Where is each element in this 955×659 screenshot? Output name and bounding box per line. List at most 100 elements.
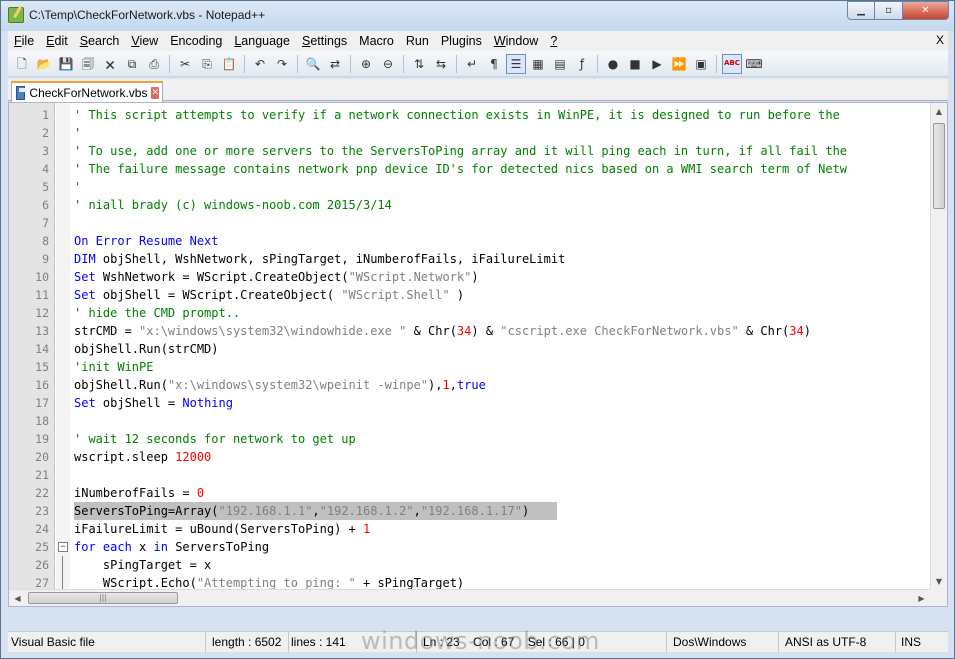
line-number: 10 bbox=[35, 270, 49, 284]
scroll-left-arrow-icon[interactable]: ◀ bbox=[9, 590, 26, 606]
menu-run[interactable]: Run bbox=[400, 34, 435, 48]
code-line[interactable]: 17 Set objShell = Nothing bbox=[9, 394, 929, 412]
run-macro-multiple-icon[interactable]: ⏩ bbox=[669, 54, 689, 74]
minimize-button[interactable]: ▁ bbox=[847, 1, 875, 20]
code-line[interactable]: 7 bbox=[9, 214, 929, 232]
code-line[interactable]: 14 objShell.Run(strCMD) bbox=[9, 340, 929, 358]
auto-spell-icon[interactable]: ⌨ bbox=[744, 54, 764, 74]
user-language-icon[interactable]: ▦ bbox=[528, 54, 548, 74]
code-line[interactable]: 9 DIM objShell, WshNetwork, sPingTarget, … bbox=[9, 250, 929, 268]
menu-search[interactable]: Search bbox=[74, 34, 126, 48]
code-line[interactable]: 19 ' wait 12 seconds for network to get u… bbox=[9, 430, 929, 448]
horizontal-scrollbar[interactable]: ◀ ||| ▶ bbox=[9, 589, 930, 606]
close-button[interactable]: ✕ bbox=[903, 1, 949, 20]
code-line[interactable]: 4 ' The failure message contains network … bbox=[9, 160, 929, 178]
save-macro-icon[interactable]: ▣ bbox=[691, 54, 711, 74]
code-line[interactable]: 22 iNumberofFails = 0 bbox=[9, 484, 929, 502]
code-text: wscript.sleep 12000 bbox=[74, 448, 211, 466]
sync-horizontal-icon[interactable]: ⇆ bbox=[431, 54, 451, 74]
record-macro-icon[interactable]: ● bbox=[603, 54, 623, 74]
sync-vertical-icon[interactable]: ⇅ bbox=[409, 54, 429, 74]
code-token: ' To use, add one or more servers to the… bbox=[74, 144, 848, 158]
close-file-icon[interactable]: 🗙 bbox=[100, 54, 120, 74]
status-eol: Dos\Windows bbox=[667, 632, 779, 653]
new-file-icon[interactable]: 🗋 bbox=[12, 54, 32, 74]
save-all-icon[interactable]: 🗐 bbox=[78, 54, 98, 74]
save-icon[interactable]: 💾 bbox=[56, 54, 76, 74]
code-line[interactable]: 8 On Error Resume Next bbox=[9, 232, 929, 250]
line-number: 20 bbox=[35, 450, 49, 464]
code-line[interactable]: 13 strCMD = "x:\windows\system32\windowhi… bbox=[9, 322, 929, 340]
fold-toggle-icon[interactable]: − bbox=[58, 542, 68, 552]
code-line[interactable]: 23 ServersToPing=Array("192.168.1.1","192… bbox=[9, 502, 929, 520]
play-macro-icon[interactable]: ▶ bbox=[647, 54, 667, 74]
word-wrap-icon[interactable]: ↵ bbox=[462, 54, 482, 74]
code-line[interactable]: 6 ' niall brady (c) windows-noob.com 2015… bbox=[9, 196, 929, 214]
code-line[interactable]: 16 objShell.Run("x:\windows\system32\wpei… bbox=[9, 376, 929, 394]
menu-edit[interactable]: Edit bbox=[40, 34, 74, 48]
scroll-down-arrow-icon[interactable]: ▼ bbox=[931, 573, 947, 590]
menu-view[interactable]: View bbox=[125, 34, 164, 48]
line-number: 13 bbox=[35, 324, 49, 338]
code-line[interactable]: 3 ' To use, add one or more servers to th… bbox=[9, 142, 929, 160]
code-line[interactable]: 24 iFailureLimit = uBound(ServersToPing) … bbox=[9, 520, 929, 538]
line-number: 21 bbox=[35, 468, 49, 482]
menu-window[interactable]: Window bbox=[488, 34, 544, 48]
code-line[interactable]: 18 bbox=[9, 412, 929, 430]
editor-area[interactable]: 1 ' This script attempts to verify if a n… bbox=[8, 102, 948, 607]
zoom-in-icon[interactable]: ⊕ bbox=[356, 54, 376, 74]
open-file-icon[interactable]: 📂 bbox=[34, 54, 54, 74]
cut-icon[interactable]: ✂ bbox=[175, 54, 195, 74]
code-text: iNumberofFails = 0 bbox=[74, 484, 204, 502]
tab-checkfornetwork[interactable]: CheckForNetwork.vbs ✕ bbox=[11, 81, 163, 102]
menu-plugins[interactable]: Plugins bbox=[435, 34, 488, 48]
code-line[interactable]: 1 ' This script attempts to verify if a n… bbox=[9, 106, 929, 124]
code-line[interactable]: 5 ' bbox=[9, 178, 929, 196]
code-token: 1 bbox=[362, 522, 371, 536]
menu-language[interactable]: Language bbox=[228, 34, 296, 48]
indent-guide-icon[interactable]: ☰ bbox=[506, 53, 526, 74]
code-token: objShell = WScript.CreateObject( bbox=[95, 288, 342, 302]
zoom-out-icon[interactable]: ⊖ bbox=[378, 54, 398, 74]
redo-icon[interactable]: ↷ bbox=[272, 54, 292, 74]
code-line[interactable]: 20 wscript.sleep 12000 bbox=[9, 448, 929, 466]
menu-settings[interactable]: Settings bbox=[296, 34, 353, 48]
copy-icon[interactable]: ⎘ bbox=[197, 54, 217, 74]
menu-encoding[interactable]: Encoding bbox=[164, 34, 228, 48]
spell-check-icon[interactable]: ABC bbox=[722, 53, 742, 74]
menu-help[interactable]: ? bbox=[544, 34, 563, 48]
code-token: Set bbox=[74, 270, 96, 284]
menu-macro[interactable]: Macro bbox=[353, 34, 400, 48]
code-line[interactable]: 21 bbox=[9, 466, 929, 484]
toolbar-separator bbox=[403, 54, 404, 73]
code-line[interactable]: 15 'init WinPE bbox=[9, 358, 929, 376]
code-line[interactable]: 25− for each x in ServersToPing bbox=[9, 538, 929, 556]
maximize-button[interactable]: ▫ bbox=[875, 1, 903, 20]
print-icon[interactable]: ⎙ bbox=[144, 54, 164, 74]
code-lines: 1 ' This script attempts to verify if a n… bbox=[9, 106, 929, 606]
replace-icon[interactable]: ⇄ bbox=[325, 54, 345, 74]
title-bar[interactable]: C:\Temp\CheckForNetwork.vbs - Notepad++ … bbox=[1, 1, 954, 31]
scroll-up-arrow-icon[interactable]: ▲ bbox=[931, 103, 947, 120]
code-line[interactable]: 10 Set WshNetwork = WScript.CreateObject(… bbox=[9, 268, 929, 286]
menu-file[interactable]: File bbox=[8, 34, 40, 48]
show-all-chars-icon[interactable]: ¶ bbox=[484, 54, 504, 74]
code-line[interactable]: 12 ' hide the CMD prompt.. bbox=[9, 304, 929, 322]
paste-icon[interactable]: 📋 bbox=[219, 54, 239, 74]
code-line[interactable]: 11 Set objShell = WScript.CreateObject( "… bbox=[9, 286, 929, 304]
document-map-icon[interactable]: ▤ bbox=[550, 54, 570, 74]
code-line[interactable]: 2 ' bbox=[9, 124, 929, 142]
code-line[interactable]: 26 sPingTarget = x bbox=[9, 556, 929, 574]
close-all-icon[interactable]: ⧉ bbox=[122, 54, 142, 74]
find-icon[interactable]: 🔍 bbox=[303, 54, 323, 74]
scroll-right-arrow-icon[interactable]: ▶ bbox=[913, 590, 930, 606]
horizontal-scroll-thumb[interactable]: ||| bbox=[28, 592, 178, 604]
tab-close-icon[interactable]: ✕ bbox=[151, 86, 159, 99]
stop-macro-icon[interactable]: ■ bbox=[625, 54, 645, 74]
vertical-scrollbar[interactable]: ▲ ▼ bbox=[930, 103, 947, 590]
close-document-button[interactable]: X bbox=[936, 33, 944, 47]
function-list-icon[interactable]: ƒ bbox=[572, 54, 592, 74]
vertical-scroll-thumb[interactable] bbox=[933, 123, 945, 209]
tab-bar: CheckForNetwork.vbs ✕ bbox=[8, 79, 948, 102]
undo-icon[interactable]: ↶ bbox=[250, 54, 270, 74]
